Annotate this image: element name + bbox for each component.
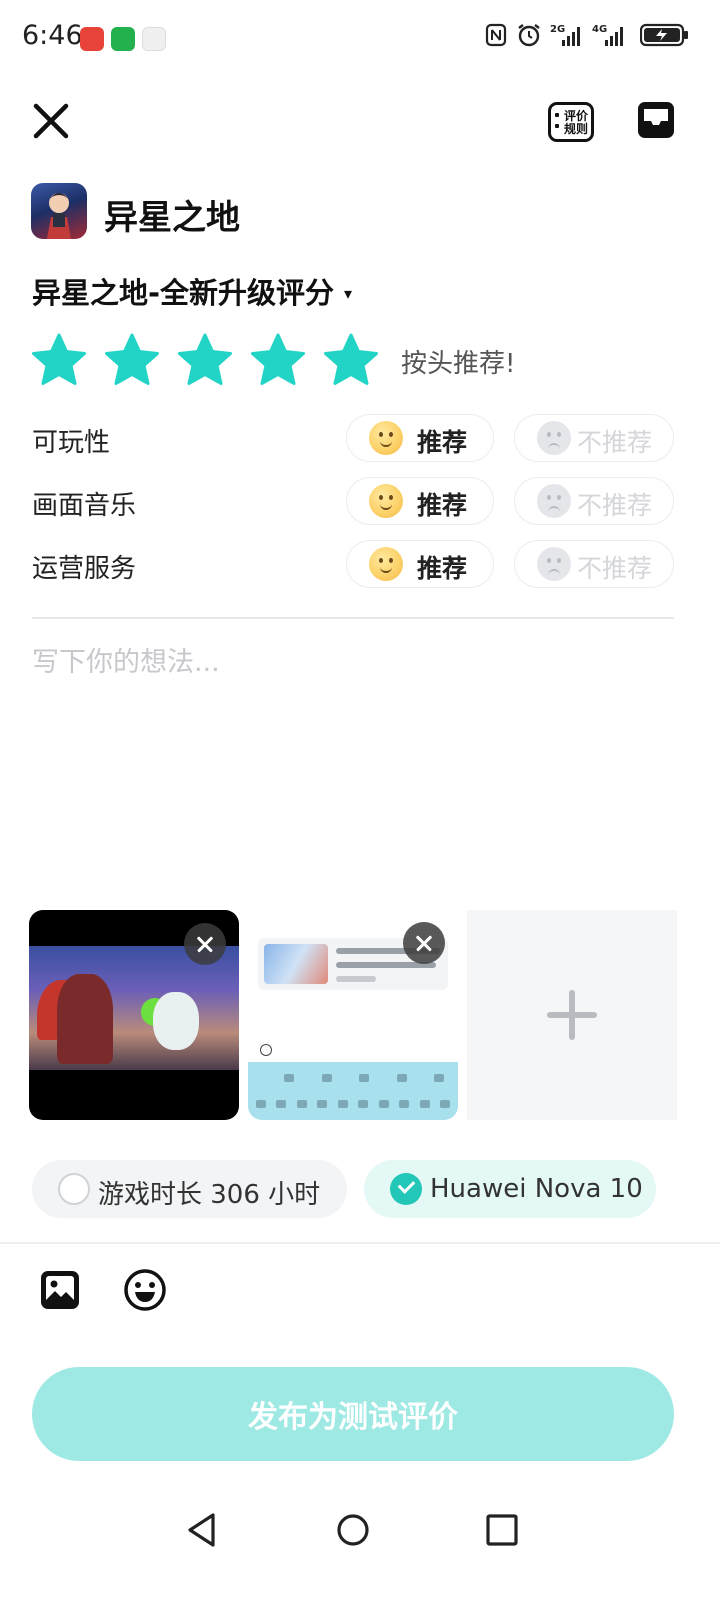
home-icon — [337, 1514, 369, 1546]
star-icon[interactable] — [103, 332, 161, 388]
not-recommend-button[interactable]: 不推荐 — [514, 540, 674, 588]
checked-icon — [390, 1173, 422, 1205]
recommend-button[interactable]: 推荐 — [346, 414, 494, 462]
recommend-label: 推荐 — [417, 491, 468, 520]
emoji-icon — [124, 1269, 166, 1311]
svg-text:4G: 4G — [592, 24, 607, 35]
back-icon — [188, 1513, 215, 1547]
not-recommend-label: 不推荐 — [577, 491, 653, 520]
game-name: 异星之地 — [104, 198, 240, 238]
draft-box-button[interactable] — [636, 100, 676, 140]
hero-figure — [57, 974, 113, 1064]
unchecked-radio-icon — [58, 1173, 90, 1205]
close-icon — [33, 103, 69, 139]
sad-face-icon — [537, 484, 571, 518]
recents-icon — [486, 1514, 518, 1546]
happy-face-icon — [369, 421, 403, 455]
happy-face-icon — [369, 547, 403, 581]
remove-media-button[interactable] — [184, 923, 226, 965]
nfc-icon — [485, 23, 507, 47]
post-card-source — [336, 976, 376, 982]
battery-icon — [640, 23, 688, 47]
star-icon[interactable] — [30, 332, 88, 388]
rating-rules-label: 评价规则 — [564, 109, 589, 136]
game-icon — [31, 183, 87, 239]
emoji-icon — [260, 1044, 272, 1056]
svg-text:2G: 2G — [550, 24, 565, 35]
recommend-button[interactable]: 推荐 — [346, 477, 494, 525]
star-rating[interactable] — [30, 332, 380, 388]
not-recommend-label: 不推荐 — [577, 428, 653, 457]
app-icon — [142, 27, 166, 51]
not-recommend-button[interactable]: 不推荐 — [514, 477, 674, 525]
add-media-button[interactable] — [467, 910, 677, 1120]
star-icon[interactable] — [249, 332, 307, 388]
toolbar-divider — [0, 1242, 720, 1244]
not-recommend-button[interactable]: 不推荐 — [514, 414, 674, 462]
happy-face-icon — [369, 484, 403, 518]
playtime-tag[interactable]: 游戏时长 306 小时 — [32, 1160, 347, 1218]
recommend-button[interactable]: 推荐 — [346, 540, 494, 588]
aspect-row-playability: 可玩性 推荐 不推荐 — [0, 414, 720, 464]
aspect-row-graphics-music: 画面音乐 推荐 不推荐 — [0, 477, 720, 527]
huawei-app-icon — [80, 27, 104, 51]
alarm-icon — [518, 24, 540, 47]
keyboard-preview — [248, 1062, 458, 1120]
keyboard-suggestion-row — [284, 1074, 444, 1082]
image-icon — [41, 1271, 79, 1309]
game-character-art — [47, 193, 71, 239]
aspect-label: 画面音乐 — [32, 491, 137, 521]
publish-button[interactable]: 发布为测试评价 — [32, 1367, 674, 1461]
caret-down-icon: ▾ — [344, 283, 353, 303]
aspect-label: 可玩性 — [32, 428, 111, 458]
nav-back-button[interactable] — [180, 1508, 224, 1552]
post-card-image — [264, 944, 328, 984]
rules-bullet — [555, 124, 559, 128]
version-label: 异星之地-全新升级评分 — [32, 276, 335, 310]
signal-2g-icon: 2G — [550, 24, 580, 46]
device-tag[interactable]: Huawei Nova 10 — [364, 1160, 656, 1218]
insert-emoji-button[interactable] — [123, 1268, 167, 1312]
nav-home-button[interactable] — [331, 1508, 375, 1552]
robot-figure — [153, 992, 199, 1050]
star-icon[interactable] — [176, 332, 234, 388]
not-recommend-label: 不推荐 — [577, 554, 653, 583]
device-label: Huawei Nova 10 — [430, 1174, 643, 1204]
divider — [32, 617, 674, 619]
sad-face-icon — [537, 421, 571, 455]
rules-bullet — [555, 113, 559, 117]
close-button[interactable] — [30, 100, 72, 142]
star-icon[interactable] — [322, 332, 380, 388]
wechat-icon — [111, 27, 135, 51]
sad-face-icon — [537, 547, 571, 581]
rating-text: 按头推荐! — [401, 349, 516, 379]
aspect-row-operations: 运营服务 推荐 不推荐 — [0, 540, 720, 590]
remove-media-button[interactable] — [403, 922, 445, 964]
aspect-label: 运营服务 — [32, 554, 137, 584]
status-time: 6:46 — [22, 20, 83, 51]
recommend-label: 推荐 — [417, 554, 468, 583]
nav-recents-button[interactable] — [480, 1508, 524, 1552]
playtime-label: 游戏时长 306 小时 — [98, 1180, 321, 1210]
status-bar: 6:46 2G 4G — [0, 0, 720, 80]
insert-image-button[interactable] — [38, 1268, 82, 1312]
recommend-label: 推荐 — [417, 428, 468, 457]
rating-rules-button[interactable]: 评价规则 — [548, 102, 594, 142]
draft-box-icon — [638, 102, 674, 138]
signal-4g-icon: 4G — [592, 24, 623, 46]
version-selector[interactable]: 异星之地-全新升级评分 ▾ — [32, 270, 352, 312]
keyboard-key-row — [256, 1100, 450, 1108]
system-icons: 2G 4G — [484, 22, 690, 48]
thoughts-input[interactable] — [32, 640, 674, 860]
